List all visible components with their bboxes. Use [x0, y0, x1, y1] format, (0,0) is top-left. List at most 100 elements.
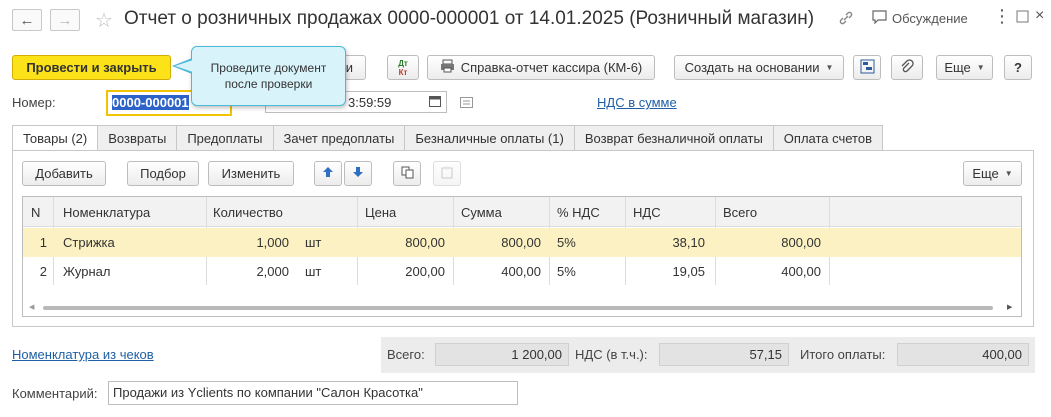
row-item[interactable]: Стрижка: [63, 235, 115, 250]
row-number: 2: [39, 264, 47, 279]
forward-button[interactable]: →: [50, 9, 80, 31]
discussion-label: Обсуждение: [892, 11, 968, 26]
change-button[interactable]: Изменить: [208, 161, 294, 186]
calendar-icon[interactable]: [429, 95, 441, 110]
row-vat-rate[interactable]: 5%: [557, 235, 576, 250]
document-lines-icon[interactable]: [460, 96, 473, 111]
tab-cashless-payments[interactable]: Безналичные оплаты (1): [405, 125, 575, 151]
link-icon[interactable]: [838, 10, 854, 26]
comment-label: Комментарий:: [12, 386, 98, 401]
row-unit: шт: [305, 264, 322, 279]
row-item[interactable]: Журнал: [63, 264, 110, 279]
row-price[interactable]: 800,00: [357, 235, 445, 250]
dt-label: Дт: [398, 58, 408, 68]
arrow-left-icon: ←: [19, 11, 35, 29]
dt-kt-button[interactable]: Дт Кт: [387, 55, 419, 80]
hierarchy-icon: [860, 59, 875, 77]
chevron-down-icon: ▼: [1004, 169, 1013, 178]
row-vat-rate[interactable]: 5%: [557, 264, 576, 279]
row-sum[interactable]: 400,00: [453, 264, 541, 279]
paid-total-label: Итого оплаты:: [800, 347, 886, 362]
more-label: Еще: [944, 60, 971, 75]
table-more-button[interactable]: Еще ▼: [963, 161, 1022, 186]
move-up-button[interactable]: [314, 161, 342, 186]
km6-label: Справка-отчет кассира (КМ-6): [460, 60, 643, 75]
horizontal-scrollbar[interactable]: ◀ ▶: [27, 303, 1017, 313]
chat-icon: [872, 10, 887, 27]
date-value: 3:59:59: [348, 95, 392, 110]
tooltip-arrow-inner: [175, 60, 193, 72]
col-n[interactable]: N: [31, 205, 40, 220]
arrow-right-icon: →: [57, 11, 73, 29]
tab-goods[interactable]: Товары (2): [12, 125, 99, 151]
help-button[interactable]: ?: [1004, 55, 1032, 80]
row-vat[interactable]: 19,05: [625, 264, 705, 279]
maximize-icon[interactable]: [1016, 10, 1029, 23]
vat-included-label: НДС (в т.ч.):: [575, 347, 648, 362]
paste-button[interactable]: [433, 161, 461, 186]
row-sum[interactable]: 800,00: [453, 235, 541, 250]
tab-returns[interactable]: Возвраты: [98, 125, 178, 151]
col-quantity[interactable]: Количество: [213, 205, 283, 220]
scrollbar-thumb[interactable]: [43, 306, 993, 310]
arrow-down-icon: [352, 166, 364, 181]
structure-button[interactable]: [853, 55, 881, 80]
row-vat[interactable]: 38,10: [625, 235, 705, 250]
copy-icon: [401, 166, 414, 182]
close-icon[interactable]: ×: [1035, 7, 1044, 25]
table-row[interactable]: 1 Стрижка 1,000 шт 800,00 800,00 5% 38,1…: [23, 228, 1021, 257]
arrow-up-icon: [322, 166, 334, 181]
kt-label: Кт: [398, 67, 408, 77]
create-based-label: Создать на основании: [684, 60, 820, 75]
vat-included-value: 57,15: [659, 343, 789, 366]
col-sum[interactable]: Сумма: [461, 205, 502, 220]
paperclip-icon: [900, 58, 914, 77]
row-quantity[interactable]: 2,000: [213, 264, 289, 279]
pick-button[interactable]: Подбор: [127, 161, 199, 186]
row-price[interactable]: 200,00: [357, 264, 445, 279]
row-total[interactable]: 400,00: [715, 264, 821, 279]
post-and-close-button[interactable]: Провести и закрыть: [12, 55, 171, 80]
row-quantity[interactable]: 1,000: [213, 235, 289, 250]
back-button[interactable]: ←: [12, 9, 42, 31]
move-down-button[interactable]: [344, 161, 372, 186]
table-header: N Номенклатура Количество Цена Сумма % Н…: [23, 197, 1021, 227]
window-title: Отчет о розничных продажах 0000-000001 о…: [124, 8, 815, 29]
discussion-button[interactable]: Обсуждение: [872, 10, 968, 27]
total-label: Всего:: [387, 347, 425, 362]
favorite-star-icon[interactable]: ☆: [95, 8, 113, 33]
totals-bar: Всего: 1 200,00 НДС (в т.ч.): 57,15 Итог…: [381, 337, 1035, 373]
col-price[interactable]: Цена: [365, 205, 396, 220]
col-item[interactable]: Номенклатура: [63, 205, 150, 220]
number-value: 0000-000001: [112, 95, 189, 110]
add-button[interactable]: Добавить: [22, 161, 106, 186]
tab-prepayments[interactable]: Предоплаты: [177, 125, 274, 151]
vat-in-amount-link[interactable]: НДС в сумме: [597, 95, 677, 110]
tab-prepayment-offset[interactable]: Зачет предоплаты: [273, 125, 406, 151]
tooltip-line-2: после проверки: [224, 77, 313, 91]
more-vertical-icon[interactable]: ⋮: [993, 6, 1011, 27]
copy-button[interactable]: [393, 161, 421, 186]
col-vat[interactable]: НДС: [633, 205, 661, 220]
col-vat-rate[interactable]: % НДС: [557, 205, 600, 220]
tab-invoice-payment[interactable]: Оплата счетов: [773, 125, 883, 151]
scroll-right-icon[interactable]: ▶: [1007, 303, 1012, 311]
paid-total-value: 400,00: [897, 343, 1029, 366]
chevron-down-icon: ▼: [825, 63, 834, 72]
attachments-button[interactable]: [891, 55, 923, 80]
more-button[interactable]: Еще ▼: [936, 55, 993, 80]
create-based-on-button[interactable]: Создать на основании ▼: [674, 55, 844, 80]
receipts-items-link[interactable]: Номенклатура из чеков: [12, 347, 154, 362]
row-total[interactable]: 800,00: [715, 235, 821, 250]
table-row[interactable]: 2 Журнал 2,000 шт 200,00 400,00 5% 19,05…: [23, 257, 1021, 286]
comment-field[interactable]: Продажи из Yclients по компании "Салон К…: [108, 381, 518, 405]
km6-report-button[interactable]: Справка-отчет кассира (КМ-6): [427, 55, 655, 80]
number-label: Номер:: [12, 95, 56, 110]
hint-tooltip: Проведите документ после проверки: [191, 46, 346, 106]
paste-icon: [441, 166, 454, 182]
tab-cashless-refund[interactable]: Возврат безналичной оплаты: [574, 125, 774, 151]
table-more-label: Еще: [972, 166, 999, 181]
col-total[interactable]: Всего: [723, 205, 757, 220]
scroll-left-icon[interactable]: ◀: [29, 303, 34, 311]
row-unit: шт: [305, 235, 322, 250]
